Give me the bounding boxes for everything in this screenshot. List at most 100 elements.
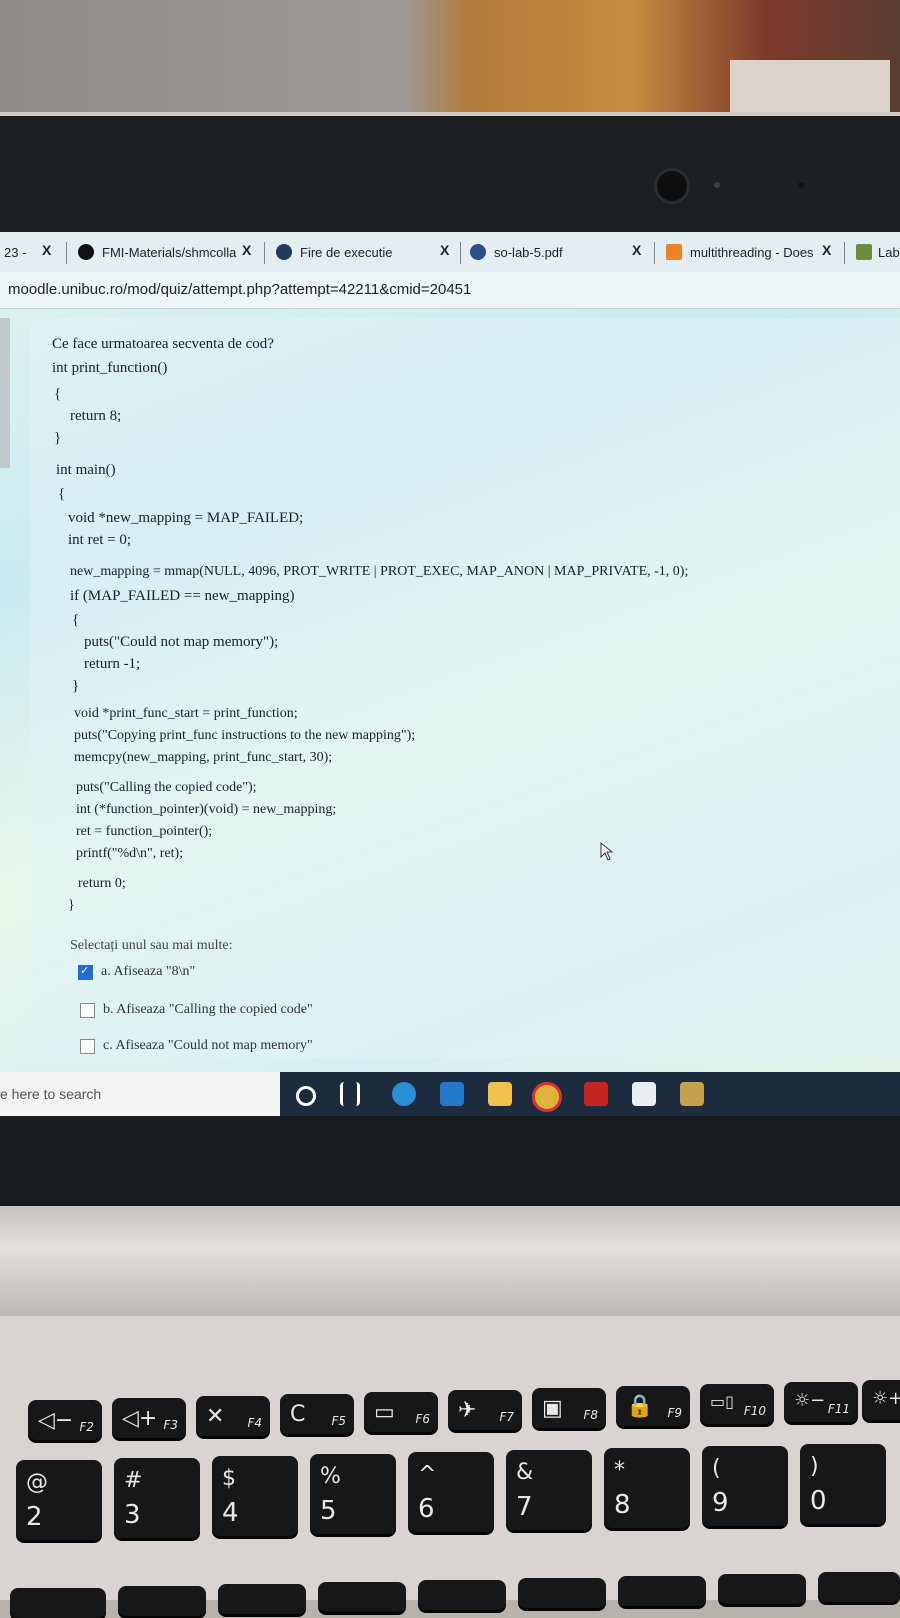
refresh-icon: C: [290, 1402, 306, 1427]
tab-1[interactable]: FMI-Materials/shmcolla X: [78, 232, 256, 272]
webcam-icon: [654, 168, 690, 204]
key-fn-label: F4: [247, 1416, 262, 1430]
acrobat-icon[interactable]: [584, 1082, 608, 1106]
key-f10[interactable]: ▭▯ F10: [700, 1384, 774, 1424]
task-view-icon[interactable]: [340, 1082, 360, 1106]
key-symbol: #: [124, 1468, 143, 1493]
browser-tab-bar: 23 - X FMI-Materials/shmcolla X Fire de …: [0, 232, 900, 273]
key-number: 8: [614, 1490, 631, 1520]
key-9[interactable]: ( 9: [702, 1446, 788, 1526]
checkbox-icon[interactable]: [80, 1038, 95, 1054]
key-symbol: ): [810, 1454, 819, 1479]
key-fn-label: F11: [827, 1402, 850, 1416]
display-switch-icon: ▭▯: [710, 1392, 734, 1411]
github-icon: [78, 244, 94, 260]
code-line: int (*function_pointer)(void) = new_mapp…: [76, 802, 337, 817]
key-number: 5: [320, 1496, 337, 1526]
key-f3[interactable]: ◁+ F3: [112, 1398, 186, 1438]
checkbox-checked-icon[interactable]: [78, 964, 93, 980]
code-line: puts("Copying print_func instructions to…: [74, 728, 416, 743]
key-f7[interactable]: ✈ F7: [448, 1390, 522, 1430]
quiz-question-panel: Ce face urmatoarea secventa de cod? int …: [30, 318, 900, 1058]
volume-up-icon: ◁+: [122, 1406, 158, 1431]
key-f5[interactable]: C F5: [280, 1394, 354, 1434]
key-fn-label: F10: [743, 1404, 766, 1418]
key-0[interactable]: ) 0: [800, 1444, 886, 1524]
tab-2[interactable]: Fire de executie X: [276, 232, 456, 272]
virtualbox-icon[interactable]: [632, 1082, 656, 1106]
key-fn-label: F5: [331, 1414, 346, 1428]
code-line: {: [58, 486, 66, 502]
code-line: {: [72, 612, 80, 628]
key-3[interactable]: # 3: [114, 1458, 200, 1538]
tab-separator: [844, 242, 845, 264]
edge-icon[interactable]: [392, 1082, 416, 1106]
touchpad-icon: ▭: [374, 1400, 395, 1425]
code-line: }: [72, 678, 80, 694]
volume-down-icon: ◁−: [38, 1408, 74, 1433]
tab-label: FMI-Materials/shmcolla: [102, 244, 237, 260]
tab-5[interactable]: Lab: [856, 232, 900, 272]
key-5[interactable]: % 5: [310, 1454, 396, 1534]
tab-3[interactable]: so-lab-5.pdf X: [470, 232, 650, 272]
option-b[interactable]: b. Afiseaza "Calling the copied code": [80, 1002, 313, 1018]
key-f2[interactable]: ◁− F2: [28, 1400, 102, 1440]
globe-icon: [276, 244, 292, 260]
key-6[interactable]: ^ 6: [408, 1452, 494, 1532]
key-f6[interactable]: ▭ F6: [364, 1392, 438, 1432]
key-f4[interactable]: ✕ F4: [196, 1396, 270, 1436]
key-8[interactable]: * 8: [604, 1448, 690, 1528]
tab-separator: [264, 242, 265, 264]
code-line: {: [54, 386, 62, 402]
tab-label: Fire de executie: [300, 244, 393, 260]
code-line: memcpy(new_mapping, print_func_start, 30…: [74, 750, 333, 765]
code-line: return 0;: [78, 876, 126, 891]
key-f11[interactable]: ☼− F11: [784, 1382, 858, 1422]
app-icon[interactable]: [680, 1082, 704, 1106]
key-u[interactable]: [618, 1576, 706, 1606]
tab-0[interactable]: 23 - X: [4, 232, 51, 272]
key-f12[interactable]: ☼+: [862, 1380, 900, 1420]
file-explorer-icon[interactable]: [488, 1082, 512, 1106]
key-symbol: $: [222, 1466, 236, 1491]
key-f9[interactable]: 🔒 F9: [616, 1386, 690, 1426]
laptop-hinge: [0, 1206, 900, 1316]
mail-icon[interactable]: [440, 1082, 464, 1106]
question-prompt: Ce face urmatoarea secventa de cod?: [52, 336, 274, 352]
address-bar[interactable]: moodle.unibuc.ro/mod/quiz/attempt.php?at…: [0, 272, 900, 309]
lock-icon: 🔒: [626, 1394, 654, 1419]
key-w[interactable]: [118, 1586, 206, 1616]
url-text: moodle.unibuc.ro/mod/quiz/attempt.php?at…: [8, 281, 472, 298]
key-t[interactable]: [418, 1580, 506, 1610]
close-tab-icon[interactable]: X: [42, 242, 51, 258]
close-tab-icon[interactable]: X: [242, 242, 251, 258]
key-symbol: %: [320, 1464, 341, 1489]
key-y[interactable]: [518, 1578, 606, 1608]
close-tab-icon[interactable]: X: [822, 242, 831, 258]
key-r[interactable]: [318, 1582, 406, 1612]
tab-4[interactable]: multithreading - Does X: [666, 232, 842, 272]
taskbar-search-box[interactable]: e here to search: [0, 1072, 280, 1116]
option-label: b. Afiseaza "Calling the copied code": [103, 1002, 313, 1017]
option-c[interactable]: c. Afiseaza "Could not map memory": [80, 1038, 313, 1054]
chrome-icon[interactable]: [532, 1082, 562, 1112]
checkbox-icon[interactable]: [80, 1002, 95, 1018]
key-2[interactable]: @ 2: [16, 1460, 102, 1540]
code-line: return -1;: [84, 656, 141, 672]
camera-light: [714, 182, 720, 188]
key-fn-label: F2: [79, 1420, 94, 1434]
key-fn-label: F3: [163, 1418, 178, 1432]
key-e[interactable]: [218, 1584, 306, 1614]
key-symbol: *: [614, 1458, 625, 1483]
key-q-row[interactable]: [10, 1588, 106, 1618]
key-p[interactable]: [818, 1572, 900, 1602]
close-tab-icon[interactable]: X: [632, 242, 641, 258]
cortana-icon[interactable]: [296, 1086, 316, 1106]
key-7[interactable]: & 7: [506, 1450, 592, 1530]
code-line: ret = function_pointer();: [76, 824, 213, 839]
key-f8[interactable]: ▣ F8: [532, 1388, 606, 1428]
key-number: 4: [222, 1498, 239, 1528]
close-tab-icon[interactable]: X: [440, 242, 449, 258]
key-4[interactable]: $ 4: [212, 1456, 298, 1536]
option-a[interactable]: a. Afiseaza "8\n": [78, 964, 195, 980]
